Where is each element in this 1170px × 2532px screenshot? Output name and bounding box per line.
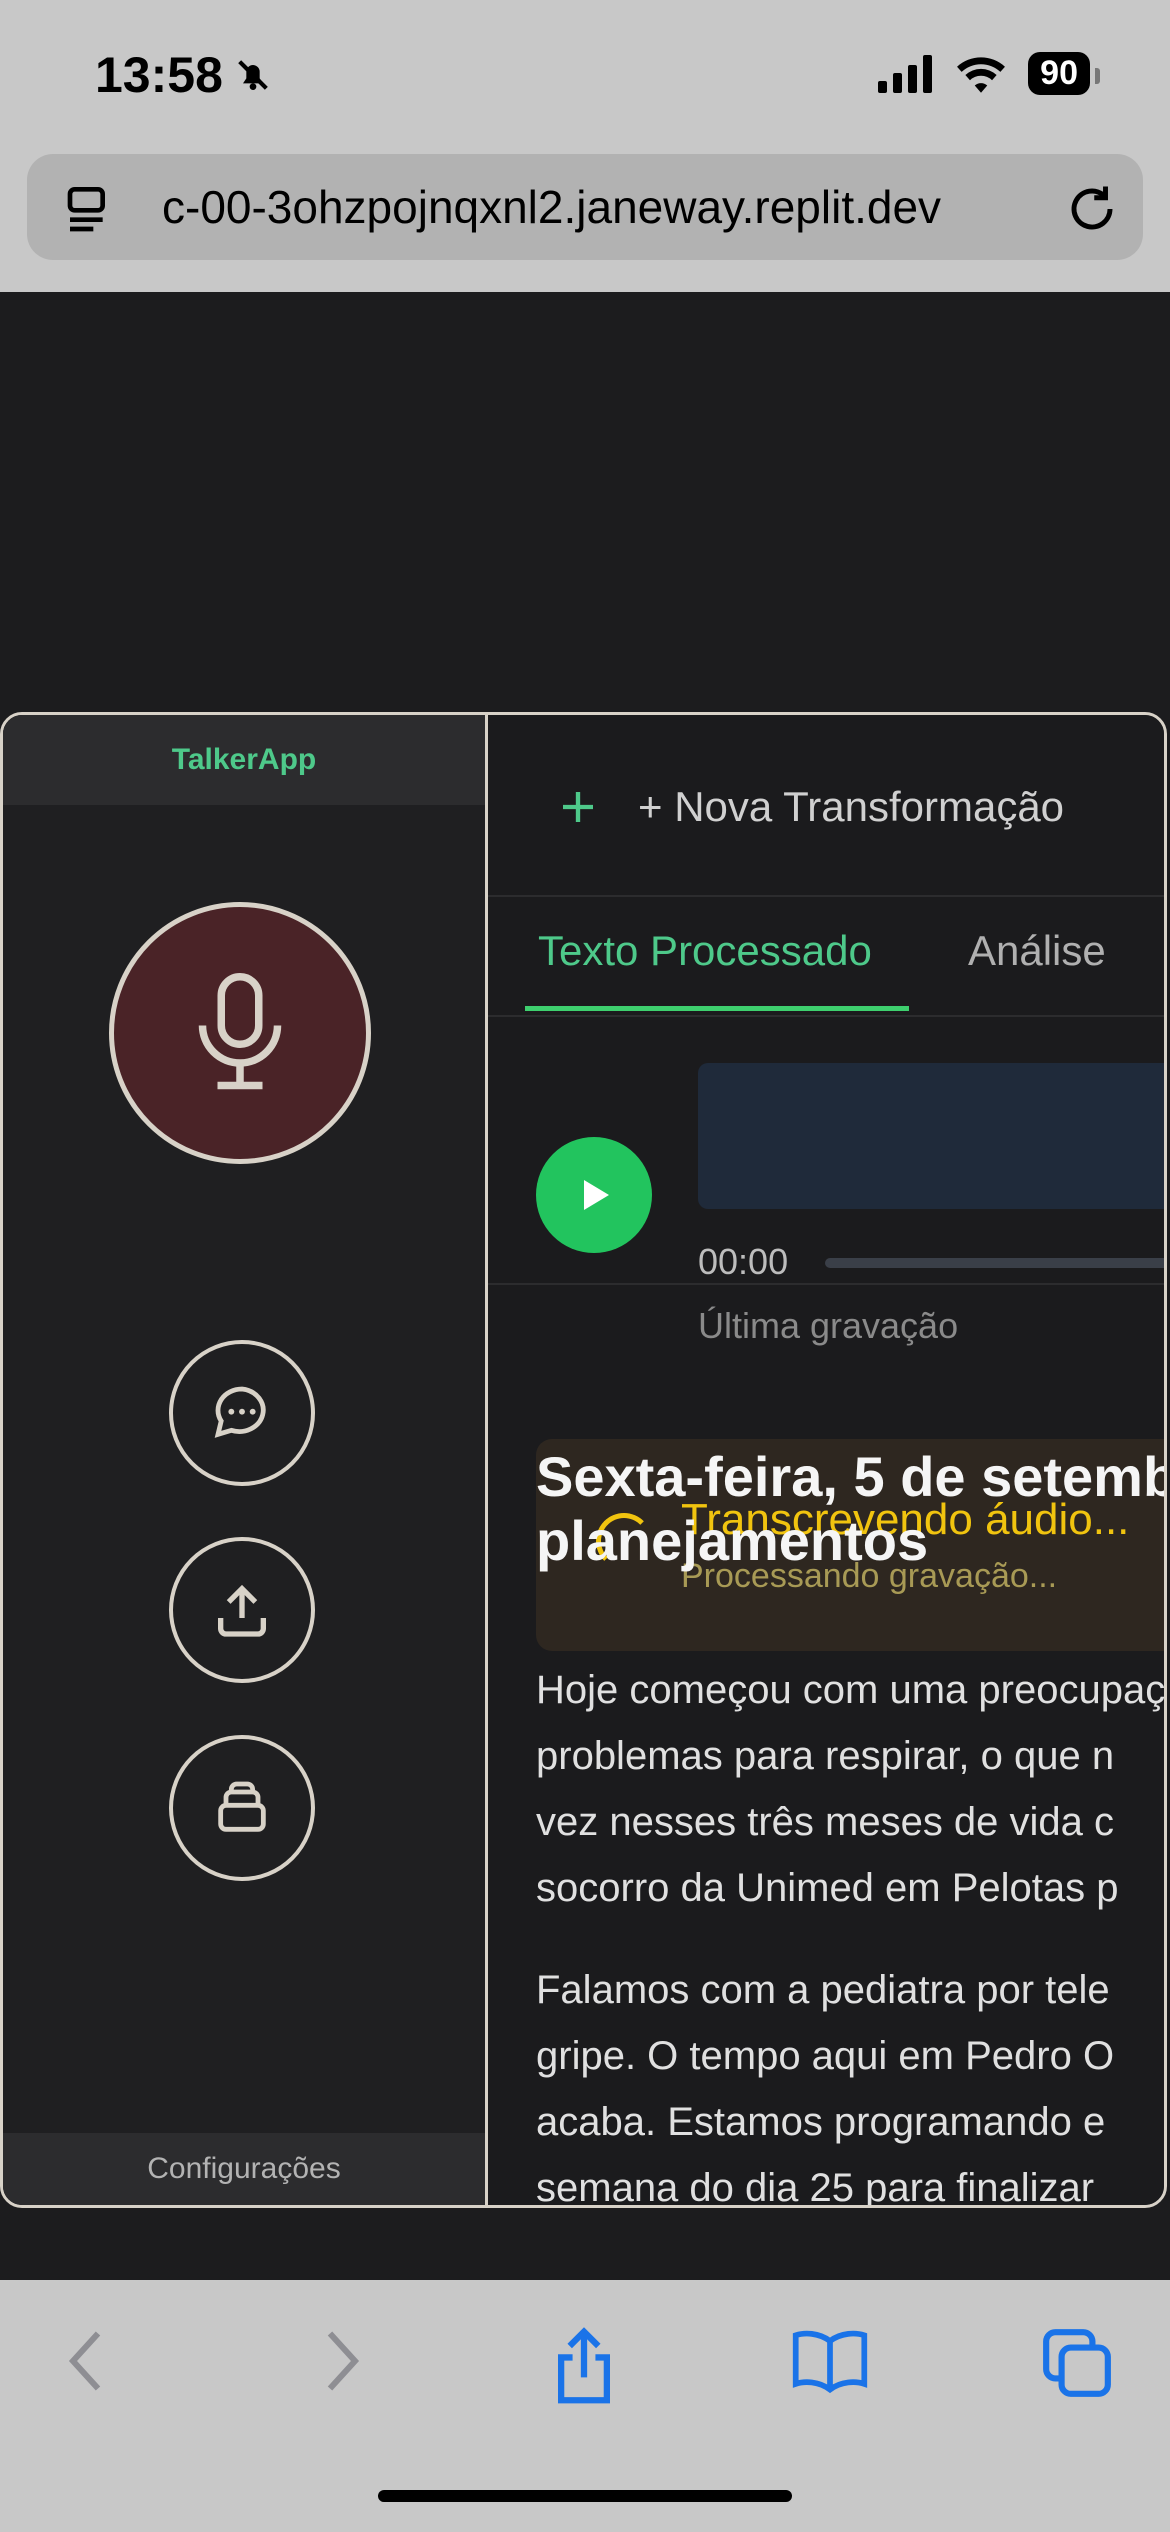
chat-button[interactable]	[169, 1340, 315, 1486]
book-icon	[792, 2330, 868, 2394]
page-background	[0, 292, 1170, 712]
chevron-right-icon	[327, 2331, 360, 2391]
address-bar[interactable]: c-00-3ohzpojnqxnl2.janeway.replit.dev	[27, 154, 1143, 260]
status-bar: 13:58 90	[0, 0, 1170, 150]
tab-processed-text[interactable]: Texto Processado	[538, 927, 872, 975]
paragraph-1-line-2: problemas para respirar, o que n	[536, 1734, 1115, 1778]
recording-caption: Última gravação	[698, 1305, 959, 1346]
tabs-button[interactable]	[1040, 2326, 1114, 2400]
record-button[interactable]	[109, 902, 371, 1164]
bookmarks-button[interactable]	[790, 2326, 870, 2396]
share-button[interactable]	[548, 2326, 620, 2406]
paragraph-2-line-4: semana do dia 25 para finalizar	[536, 2166, 1095, 2208]
tab-analysis[interactable]: Análise	[968, 927, 1106, 975]
home-indicator	[378, 2490, 792, 2502]
reload-icon[interactable]	[1065, 182, 1119, 236]
app-brand: TalkerApp	[3, 715, 485, 805]
plus-icon	[563, 792, 593, 822]
play-button[interactable]	[536, 1137, 652, 1253]
share-icon	[558, 2327, 610, 2404]
status-icons: 90	[878, 52, 1100, 95]
status-time-group: 13:58	[95, 46, 273, 104]
paragraph-2-line-2: gripe. O tempo aqui em Pedro O	[536, 2034, 1115, 2078]
play-icon	[584, 1180, 609, 1210]
bell-slash-icon	[238, 60, 268, 90]
wifi-icon	[957, 56, 1006, 93]
playback-time: 00:00	[698, 1241, 789, 1282]
chat-bubble-icon	[214, 1386, 266, 1438]
page-menu-icon[interactable]	[63, 180, 119, 236]
paragraph-2-line-3: acaba. Estamos programando e	[536, 2100, 1106, 2144]
tab-bar: Texto Processado Análise	[488, 895, 1164, 1017]
battery-indicator: 90	[1028, 52, 1100, 95]
forward-button[interactable]	[310, 2326, 370, 2396]
upload-button[interactable]	[169, 1537, 315, 1683]
audio-player: 00:00 Última gravação	[488, 1013, 1164, 1346]
entry-headline: Sexta-feira, 5 de setembro planejamentos	[536, 1445, 1167, 1572]
sidebar: TalkerApp Configurações	[3, 715, 488, 2205]
app-window: TalkerApp Configurações + Nova Transform…	[0, 712, 1167, 2208]
waveform[interactable]	[698, 1063, 1164, 1209]
chevron-left-icon	[68, 2331, 101, 2391]
paragraph-2-line-1: Falamos com a pediatra por tele	[536, 1968, 1110, 2012]
playback-progress[interactable]	[825, 1258, 1164, 1268]
page-bottom-area	[0, 2208, 1170, 2280]
paragraph-1-line-1: Hoje começou com uma preocupação	[536, 1668, 1167, 1712]
new-transformation-button[interactable]: + Nova Transformação	[558, 783, 1064, 831]
paragraph-1-line-4: socorro da Unimed em Pelotas p	[536, 1866, 1119, 1910]
microphone-icon	[198, 973, 282, 1090]
url-text[interactable]: c-00-3ohzpojnqxnl2.janeway.replit.dev	[162, 180, 1062, 234]
archive-button[interactable]	[169, 1735, 315, 1881]
status-time: 13:58	[95, 47, 223, 103]
paragraph-1-line-3: vez nesses três meses de vida c	[536, 1800, 1115, 1844]
back-button[interactable]	[58, 2326, 118, 2396]
tabs-icon	[1043, 2329, 1111, 2397]
settings-link[interactable]: Configurações	[3, 2133, 485, 2205]
signal-icon	[878, 54, 933, 93]
new-transformation-label: + Nova Transformação	[638, 783, 1065, 830]
browser-address-area: c-00-3ohzpojnqxnl2.janeway.replit.dev	[0, 150, 1170, 292]
main-panel: + Nova Transformação Texto Processado An…	[488, 715, 1167, 2208]
active-tab-indicator	[525, 1006, 909, 1011]
upload-icon	[218, 1584, 266, 1637]
stack-icon	[218, 1781, 266, 1832]
